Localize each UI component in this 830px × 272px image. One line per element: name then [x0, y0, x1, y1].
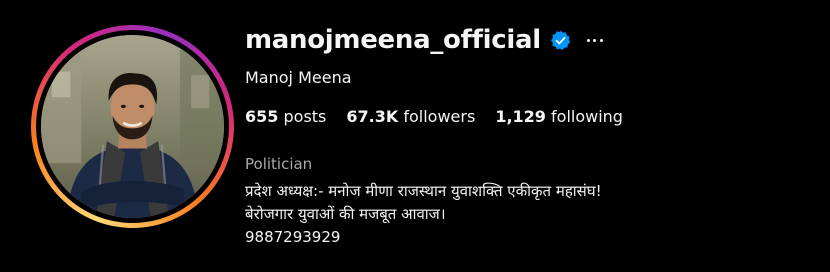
bio: प्रदेश अध्यक्ष:- मनोज मीणा राजस्थान युवा…	[245, 180, 602, 249]
bio-line: बेरोजगार युवाओं की मजबूत आवाज।	[245, 205, 446, 223]
username[interactable]: manojmeena_official	[245, 25, 541, 55]
avatar[interactable]	[41, 35, 224, 218]
following-stat[interactable]: 1,129 following	[495, 107, 623, 126]
username-row: manojmeena_official	[245, 25, 603, 55]
posts-count: 655	[245, 107, 279, 126]
following-count: 1,129	[495, 107, 546, 126]
posts-stat[interactable]: 655 posts	[245, 107, 326, 126]
story-ring[interactable]	[31, 25, 234, 228]
category-label: Politician	[245, 155, 313, 173]
profile-stats: 655 posts 67.3K followers 1,129 followin…	[245, 107, 643, 126]
avatar-photo	[41, 35, 224, 218]
more-options-icon[interactable]	[586, 36, 603, 44]
followers-label: followers	[403, 107, 476, 126]
followers-count: 67.3K	[346, 107, 399, 126]
profile-header: manojmeena_official Manoj Meena 655 post…	[0, 0, 830, 272]
full-name: Manoj Meena	[245, 68, 352, 87]
following-label: following	[551, 107, 623, 126]
followers-stat[interactable]: 67.3K followers	[346, 107, 475, 126]
posts-label: posts	[283, 107, 327, 126]
verified-badge-icon	[550, 30, 571, 51]
bio-line: प्रदेश अध्यक्ष:- मनोज मीणा राजस्थान युवा…	[245, 182, 602, 200]
bio-phone: 9887293929	[245, 228, 341, 246]
